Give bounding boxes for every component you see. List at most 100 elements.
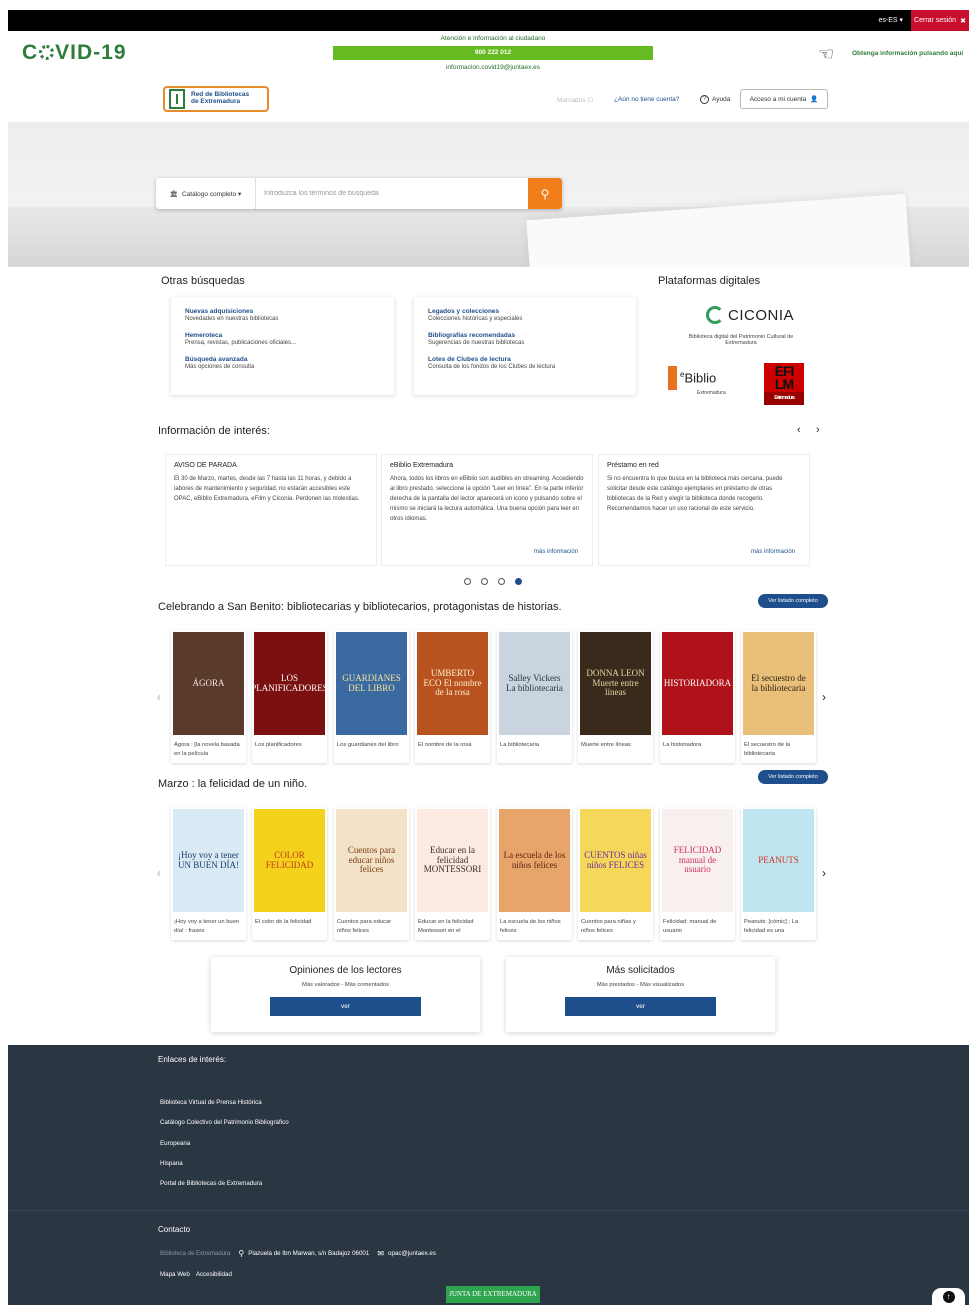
book-cover[interactable]: Cuentos para educar niños felices bbox=[336, 809, 407, 912]
covid-email[interactable]: informacion.covid19@juntaex.es bbox=[333, 64, 653, 71]
most-requested-links[interactable]: Más prestados - Más visualizados bbox=[506, 982, 775, 988]
full-list-button[interactable]: Ver listado completo bbox=[758, 594, 828, 608]
book-card[interactable]: Salley Vickers La bibliotecaria La biblio… bbox=[497, 630, 572, 763]
covid-logo[interactable]: C VID-19 bbox=[22, 41, 127, 65]
carousel-dot-active[interactable] bbox=[515, 578, 522, 585]
covid-phone[interactable]: 900 222 012 bbox=[333, 46, 653, 60]
footer-link[interactable]: Biblioteca Virtual de Prensa Histórica bbox=[160, 1099, 262, 1106]
book-card[interactable]: ÁGORA Ágora : [la novela basada en la pel… bbox=[171, 630, 246, 763]
quick-search-item[interactable]: Legados y colecciones Colecciones históri… bbox=[428, 308, 622, 322]
search-scope-dropdown[interactable]: 🏛 Catálogo completo ▾ bbox=[156, 178, 256, 209]
book-cover[interactable]: Educar en la felicidad MONTESSORI bbox=[417, 809, 488, 912]
footer-link[interactable]: Hispana bbox=[160, 1160, 183, 1167]
book-title[interactable]: La bibliotecaria bbox=[497, 737, 572, 750]
quick-search-item[interactable]: Nuevas adquisiciones Novedades en nuestra… bbox=[185, 308, 380, 322]
book-card[interactable]: LOS PLANIFICADORES Los planificadores bbox=[252, 630, 327, 763]
language-selector[interactable]: es-ES ▾ bbox=[878, 16, 903, 24]
book-cover[interactable]: UMBERTO ECO El nombre de la rosa bbox=[417, 632, 488, 735]
book-cover[interactable]: LOS PLANIFICADORES bbox=[254, 632, 325, 735]
book-card[interactable]: PEANUTS Peanuts: [cómic] ; La felicidad e… bbox=[741, 807, 816, 940]
book-title[interactable]: Cuentos para educar niños felices bbox=[334, 914, 409, 935]
accessibility-link[interactable]: Accesibilidad bbox=[196, 1271, 232, 1278]
more-info-link[interactable]: más información bbox=[534, 549, 578, 555]
book-card[interactable]: HISTORIADORA La historiadora bbox=[660, 630, 735, 763]
book-card[interactable]: UMBERTO ECO El nombre de la rosa El nombr… bbox=[415, 630, 490, 763]
quick-search-item[interactable]: Búsqueda avanzada Más opciones de consult… bbox=[185, 356, 380, 370]
info-next-chevron-icon[interactable]: › bbox=[816, 424, 820, 436]
reader-opinions-view-button[interactable]: ver bbox=[270, 997, 421, 1016]
sitemap-link[interactable]: Mapa Web bbox=[160, 1271, 190, 1278]
junta-logo[interactable]: JUNTA DE EXTREMADURA bbox=[446, 1286, 540, 1303]
scroll-to-top-button[interactable]: ↑ bbox=[932, 1288, 965, 1305]
book-cover[interactable]: DONNA LEON Muerte entre líneas bbox=[580, 632, 651, 735]
book-card[interactable]: FELICIDAD manual de usuario Felicidad: ma… bbox=[660, 807, 735, 940]
book-cover[interactable]: PEANUTS bbox=[743, 809, 814, 912]
book-cover[interactable]: FELICIDAD manual de usuario bbox=[662, 809, 733, 912]
carousel-dot[interactable] bbox=[498, 578, 505, 585]
book-title[interactable]: Los planificadores bbox=[252, 737, 327, 750]
search-input[interactable] bbox=[256, 178, 528, 209]
book-card[interactable]: Educar en la felicidad MONTESSORI Educar … bbox=[415, 807, 490, 940]
book-cover[interactable]: ÁGORA bbox=[173, 632, 244, 735]
search-button[interactable]: ⚲ bbox=[528, 178, 562, 209]
quick-search-item[interactable]: Hemeroteca Prensa, revistas, publicacione… bbox=[185, 332, 380, 346]
most-requested-view-button[interactable]: ver bbox=[565, 997, 716, 1016]
carousel-dot[interactable] bbox=[464, 578, 471, 585]
register-link[interactable]: ¿Aún no tiene cuenta? bbox=[614, 96, 679, 103]
footer-link[interactable]: Catálogo Colectivo del Patrimonio Biblio… bbox=[160, 1119, 289, 1126]
book-title[interactable]: Muerte entre líneas bbox=[578, 737, 653, 750]
quick-search-title: Nuevas adquisiciones bbox=[185, 308, 254, 315]
book-title[interactable]: El nombre de la rosa bbox=[415, 737, 490, 750]
book-cover[interactable]: CUENTOS niñas niños FELICES bbox=[580, 809, 651, 912]
efilm-logo[interactable]: EFI LM Extremadura bbox=[764, 363, 804, 405]
carousel-dot[interactable] bbox=[481, 578, 488, 585]
footer-link[interactable]: Europeana bbox=[160, 1140, 190, 1147]
book-card[interactable]: La escuela de los niños felices La escuel… bbox=[497, 807, 572, 940]
book-title[interactable]: ¡Hoy voy a tener un buen día! : frases bbox=[171, 914, 246, 935]
carousel2-next-chevron-icon[interactable]: › bbox=[822, 866, 826, 880]
book-cover[interactable]: Salley Vickers La bibliotecaria bbox=[499, 632, 570, 735]
contact-email[interactable]: opac@juntaex.es bbox=[388, 1250, 436, 1257]
book-cover[interactable]: El secuestro de la bibliotecaria bbox=[743, 632, 814, 735]
book-title[interactable]: Cuentos para niñas y niños felices bbox=[578, 914, 653, 935]
book-title[interactable]: El color de la felicidad bbox=[252, 914, 327, 927]
login-button[interactable]: Acceso a mi cuenta 👤 bbox=[740, 89, 828, 109]
book-title[interactable]: Peanuts: [cómic] ; La felicidad es una bbox=[741, 914, 816, 935]
book-cover[interactable]: ¡Hoy voy a tener UN BUEN DÍA! bbox=[173, 809, 244, 912]
book-title[interactable]: Felicidad: manual de usuario bbox=[660, 914, 735, 935]
book-title[interactable]: La escuela de los niños felices bbox=[497, 914, 572, 935]
quick-search-item[interactable]: Lotes de Clubes de lectura Consulta de lo… bbox=[428, 356, 622, 370]
library-logo[interactable]: Red de Bibliotecas de Extremadura bbox=[163, 86, 269, 112]
book-card[interactable]: DONNA LEON Muerte entre líneas Muerte ent… bbox=[578, 630, 653, 763]
book-title[interactable]: Educar en la felicidad Montessori en el bbox=[415, 914, 490, 935]
book-card[interactable]: CUENTOS niñas niños FELICES Cuentos para … bbox=[578, 807, 653, 940]
quick-search-item[interactable]: Bibliografías recomendadas Sugerencias de… bbox=[428, 332, 622, 346]
book-title[interactable]: Los guardianes del libro bbox=[334, 737, 409, 750]
footer-link[interactable]: Portal de Bibliotecas de Extremadura bbox=[160, 1180, 262, 1187]
ciconia-logo[interactable]: CICONIA bbox=[706, 306, 794, 324]
carousel1-prev-chevron-icon[interactable]: ‹ bbox=[157, 690, 161, 704]
full-list-button[interactable]: Ver listado completo bbox=[758, 770, 828, 784]
logout-button[interactable]: Cerrar sesión ✖ bbox=[911, 10, 969, 31]
book-card[interactable]: ¡Hoy voy a tener UN BUEN DÍA! ¡Hoy voy a … bbox=[171, 807, 246, 940]
book-card[interactable]: COLOR FELICIDAD El color de la felicidad bbox=[252, 807, 327, 940]
covid-info-link[interactable]: Obtenga información pulsando aquí bbox=[852, 50, 963, 57]
reader-opinions-links[interactable]: Más valorados - Más comentados bbox=[211, 982, 480, 988]
more-info-link[interactable]: más información bbox=[751, 549, 795, 555]
book-title[interactable]: El secuestro de la bibliotecaria bbox=[741, 737, 816, 758]
book-card[interactable]: Cuentos para educar niños felices Cuentos… bbox=[334, 807, 409, 940]
help-link[interactable]: ? Ayuda bbox=[700, 95, 730, 104]
carousel1-next-chevron-icon[interactable]: › bbox=[822, 690, 826, 704]
book-card[interactable]: GUARDIANES DEL LIBRO Los guardianes del l… bbox=[334, 630, 409, 763]
book-cover[interactable]: GUARDIANES DEL LIBRO bbox=[336, 632, 407, 735]
book-cover[interactable]: COLOR FELICIDAD bbox=[254, 809, 325, 912]
book-title[interactable]: La historiadora bbox=[660, 737, 735, 750]
ebiblio-logo[interactable]: eBiblio bbox=[668, 366, 716, 390]
marked-link[interactable]: Marcados ☐ bbox=[557, 96, 593, 104]
carousel2-prev-chevron-icon[interactable]: ‹ bbox=[157, 866, 161, 880]
book-card[interactable]: El secuestro de la bibliotecaria El secue… bbox=[741, 630, 816, 763]
book-title[interactable]: Ágora : [la novela basada en la película bbox=[171, 737, 246, 758]
book-cover[interactable]: La escuela de los niños felices bbox=[499, 809, 570, 912]
book-cover[interactable]: HISTORIADORA bbox=[662, 632, 733, 735]
info-prev-chevron-icon[interactable]: ‹ bbox=[797, 424, 801, 436]
